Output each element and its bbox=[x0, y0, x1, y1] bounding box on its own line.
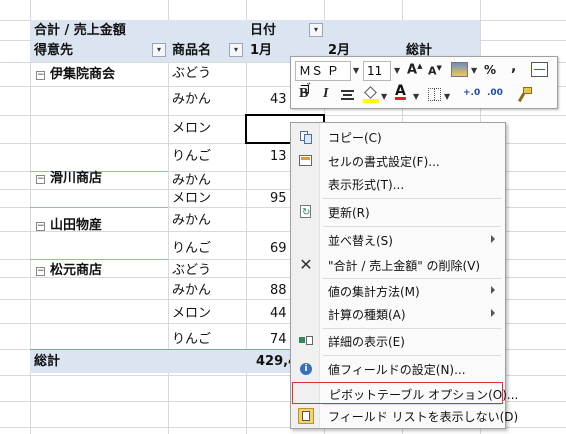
product-label[interactable]: りんご bbox=[172, 239, 211, 258]
field-settings-icon: i bbox=[298, 361, 314, 377]
product-label[interactable]: みかん bbox=[172, 90, 211, 109]
merge-cells-icon[interactable] bbox=[531, 62, 548, 77]
grow-font-button[interactable]: A▲ bbox=[407, 62, 422, 77]
shrink-font-button[interactable]: A▼ bbox=[428, 64, 442, 78]
submenu-arrow-icon bbox=[491, 235, 495, 243]
mini-toolbar: ＭＳ Ｐゴ ▼ 11 ▼ A▲ A▼ ▼ % , B I ▼ A ▼ ▼ +.0… bbox=[290, 56, 558, 109]
refresh-icon: ↻ bbox=[300, 205, 311, 218]
chevron-down-icon[interactable]: ▼ bbox=[353, 66, 359, 75]
menu-item-label: ピボットテーブル オプション(O)... bbox=[329, 388, 519, 402]
show-detail-icon bbox=[298, 333, 314, 349]
menu-item-label: "合計 / 売上金額" の削除(V) bbox=[328, 259, 481, 273]
product-label[interactable]: みかん bbox=[172, 171, 211, 190]
align-center-icon[interactable] bbox=[341, 89, 354, 101]
jan-value[interactable]: 74 bbox=[270, 330, 287, 349]
bold-button[interactable]: B bbox=[299, 86, 308, 102]
format-painter-icon[interactable] bbox=[517, 87, 533, 103]
italic-button[interactable]: I bbox=[323, 86, 328, 102]
menu-item-sort[interactable]: 並べ替え(S) bbox=[292, 229, 503, 251]
comma-button[interactable]: , bbox=[511, 59, 516, 75]
menu-item-format-cells[interactable]: セルの書式設定(F)... bbox=[292, 150, 503, 172]
number-format-icon[interactable] bbox=[451, 62, 468, 77]
jan-value[interactable]: 13 bbox=[270, 147, 287, 166]
collapse-toggle[interactable]: − bbox=[36, 175, 45, 184]
product-label[interactable]: メロン bbox=[172, 189, 211, 208]
grow-font-label: A bbox=[407, 62, 418, 78]
product-label[interactable]: ぶどう bbox=[172, 261, 211, 280]
menu-item-label: 値の集計方法(M) bbox=[328, 285, 420, 299]
collapse-toggle[interactable]: − bbox=[36, 71, 45, 80]
decrease-decimal-button[interactable]: .00 bbox=[487, 88, 503, 98]
submenu-arrow-icon bbox=[491, 286, 495, 294]
menu-item-show-values-as[interactable]: 計算の種類(A) bbox=[292, 303, 503, 325]
font-color-letter: A bbox=[395, 83, 406, 99]
jan-value[interactable]: 69 bbox=[270, 239, 287, 258]
menu-item-label: フィールド リストを表示しない(D) bbox=[328, 410, 519, 424]
menu-item-hide-field-list[interactable]: フィールド リストを表示しない(D) bbox=[292, 405, 518, 427]
menu-item-show-details[interactable]: 詳細の表示(E) bbox=[292, 330, 503, 352]
jan-value[interactable]: 88 bbox=[270, 281, 287, 300]
product-label[interactable]: みかん bbox=[172, 281, 211, 300]
menu-item-value-field-settings[interactable]: i 値フィールドの設定(N)... bbox=[292, 358, 503, 380]
menu-item-label: 詳細の表示(E) bbox=[328, 335, 405, 349]
percent-button[interactable]: % bbox=[484, 63, 496, 77]
menu-item-label: セルの書式設定(F)... bbox=[328, 155, 440, 169]
font-name-box[interactable]: ＭＳ Ｐゴ bbox=[295, 61, 351, 96]
col-header-jan[interactable]: 1月 bbox=[250, 41, 272, 60]
row-header-product[interactable]: 商品名 bbox=[172, 41, 211, 60]
menu-item-number-format[interactable]: 表示形式(T)... bbox=[292, 173, 503, 195]
customer-filter-button[interactable]: ▾ bbox=[152, 43, 166, 57]
menu-item-refresh[interactable]: ↻ 更新(R) bbox=[292, 201, 503, 223]
chevron-down-icon[interactable]: ▼ bbox=[413, 92, 419, 101]
font-color-button[interactable]: A bbox=[395, 83, 406, 99]
context-menu: コピー(C) セルの書式設定(F)... 表示形式(T)... ↻ 更新(R) … bbox=[290, 122, 518, 429]
column-filter-button[interactable]: ▾ bbox=[309, 23, 323, 37]
borders-icon[interactable] bbox=[428, 88, 441, 101]
fill-color-icon[interactable] bbox=[363, 86, 379, 103]
submenu-arrow-icon bbox=[491, 309, 495, 317]
chevron-down-icon[interactable]: ▼ bbox=[394, 66, 400, 75]
jan-value[interactable]: 95 bbox=[270, 189, 287, 208]
chevron-down-icon[interactable]: ▼ bbox=[444, 92, 450, 101]
customer-label[interactable]: 伊集院商会 bbox=[50, 65, 115, 84]
menu-item-copy[interactable]: コピー(C) bbox=[292, 126, 503, 148]
fill-color-swatch bbox=[363, 99, 379, 103]
menu-item-summarize-by[interactable]: 値の集計方法(M) bbox=[292, 280, 503, 302]
collapse-toggle[interactable]: − bbox=[36, 222, 45, 231]
chevron-down-icon[interactable]: ▼ bbox=[471, 66, 477, 75]
collapse-toggle[interactable]: − bbox=[36, 267, 45, 276]
product-label[interactable]: ぶどう bbox=[172, 64, 211, 83]
jan-value[interactable]: 43 bbox=[270, 90, 287, 109]
product-label[interactable]: メロン bbox=[172, 304, 211, 323]
shrink-font-label: A bbox=[428, 64, 437, 78]
increase-decimal-button[interactable]: +.0 bbox=[463, 88, 480, 98]
format-cells-icon bbox=[298, 153, 314, 169]
pivot-value-caption[interactable]: 合計 / 売上金額 bbox=[34, 21, 126, 40]
pivot-column-field-label[interactable]: 日付 bbox=[250, 21, 276, 40]
jan-value[interactable]: 44 bbox=[270, 304, 287, 323]
menu-item-label: 並べ替え(S) bbox=[328, 234, 393, 248]
menu-item-label: 計算の種類(A) bbox=[328, 308, 406, 322]
font-size-box[interactable]: 11 bbox=[363, 61, 391, 81]
menu-item-label: 更新(R) bbox=[328, 206, 370, 220]
customer-label[interactable]: 山田物産 bbox=[50, 216, 102, 235]
grand-total-label[interactable]: 総計 bbox=[34, 352, 60, 371]
field-list-icon bbox=[298, 408, 314, 424]
copy-icon bbox=[298, 129, 314, 145]
customer-label[interactable]: 松元商店 bbox=[50, 261, 102, 280]
menu-item-label: 値フィールドの設定(N)... bbox=[328, 363, 466, 377]
customer-label[interactable]: 滑川商店 bbox=[50, 169, 102, 188]
menu-item-label: 表示形式(T)... bbox=[328, 178, 405, 192]
delete-x-icon: ✕ bbox=[299, 255, 313, 274]
chevron-down-icon[interactable]: ▼ bbox=[381, 92, 387, 101]
menu-item-remove-field[interactable]: ✕ "合計 / 売上金額" の削除(V) bbox=[292, 254, 503, 276]
row-header-customer[interactable]: 得意先 bbox=[34, 41, 73, 60]
product-label[interactable]: りんご bbox=[172, 330, 211, 349]
product-label[interactable]: メロン bbox=[172, 119, 211, 138]
product-label[interactable]: りんご bbox=[172, 147, 211, 166]
menu-item-pivot-options[interactable]: ピボットテーブル オプション(O)... bbox=[292, 382, 518, 404]
menu-item-label: コピー(C) bbox=[328, 131, 382, 145]
product-label[interactable]: みかん bbox=[172, 211, 211, 230]
product-filter-button[interactable]: ▾ bbox=[229, 43, 243, 57]
